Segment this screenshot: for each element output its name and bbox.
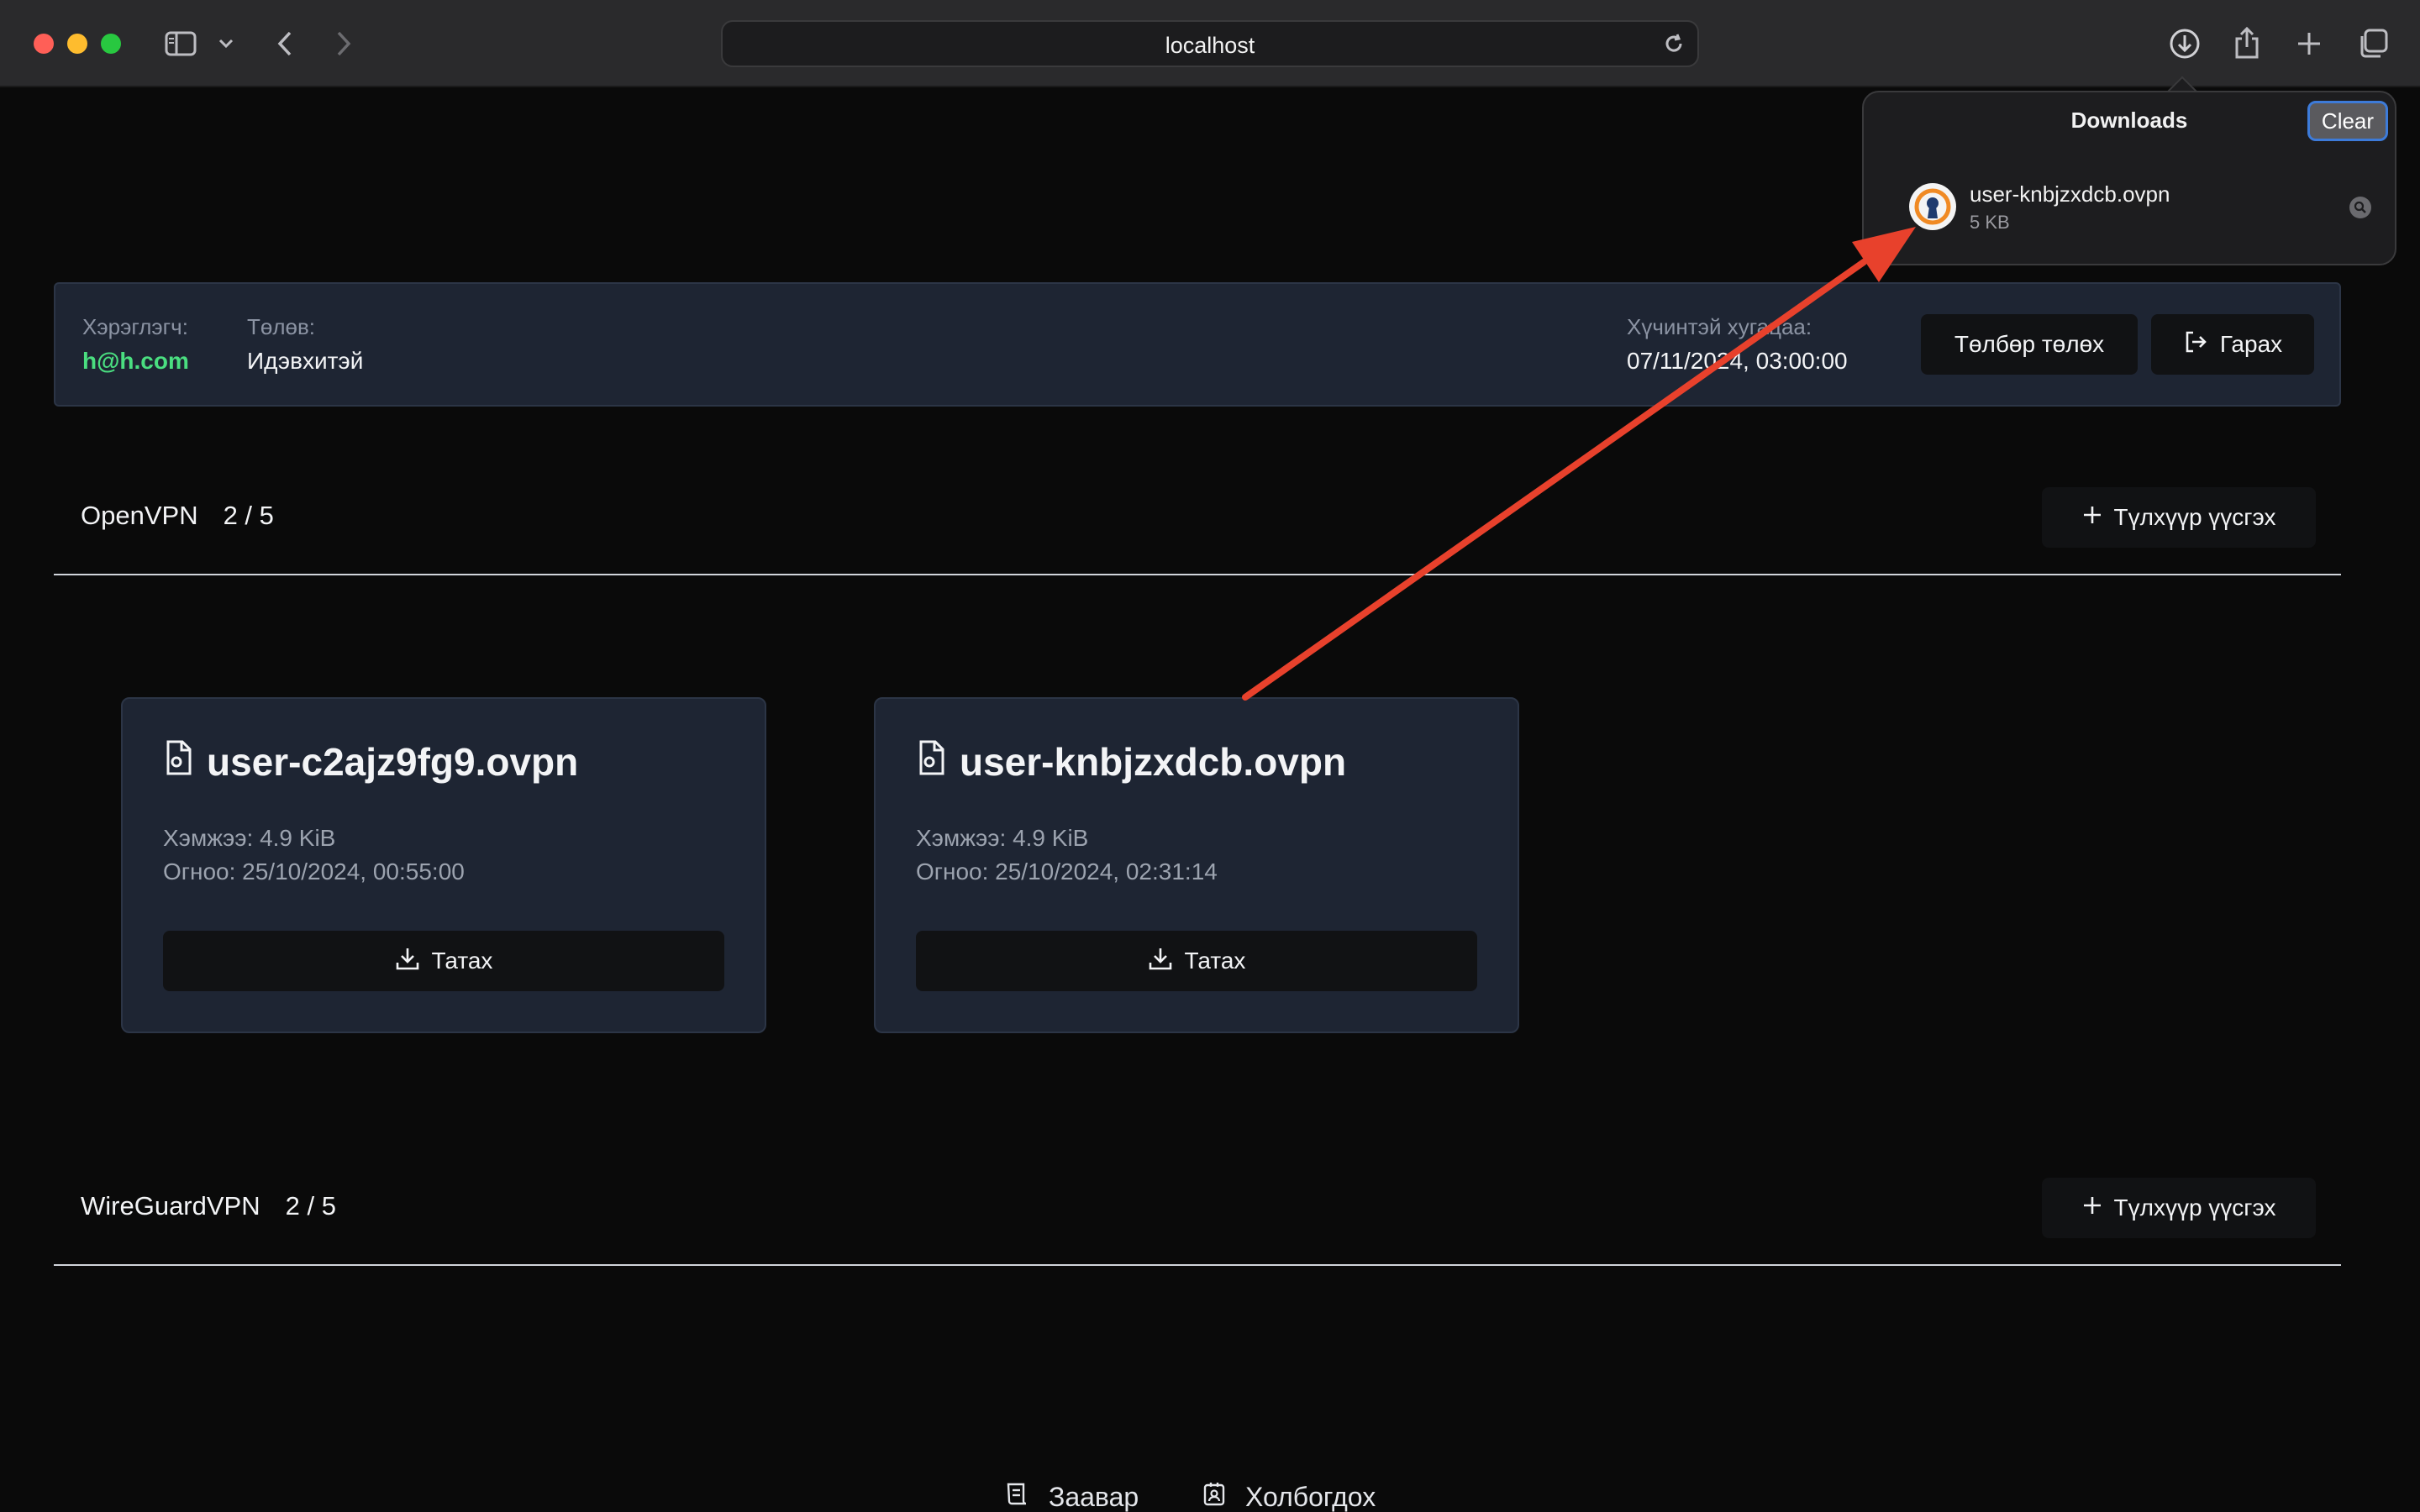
download-label: Татах [1184, 948, 1246, 974]
footer-contact-link[interactable]: Холбогдох [1202, 1480, 1376, 1512]
key-filename: user-c2ajz9fg9.ovpn [207, 740, 579, 784]
download-item-size: 5 KB [1970, 212, 2010, 233]
plus-icon [2082, 504, 2102, 531]
file-config-icon [163, 739, 193, 785]
address-bar[interactable]: localhost [721, 20, 1699, 67]
downloads-popover: Downloads Clear user-knbjzxdcb.ovpn 5 KB [1862, 91, 2396, 265]
sidebar-icon[interactable] [161, 27, 200, 60]
logout-button-label: Гарах [2219, 331, 2283, 357]
pay-button-label: Төлбөр төлөх [1954, 331, 2105, 357]
key-card: user-c2ajz9fg9.ovpn Хэмжээ: 4.9 KiB Огно… [121, 697, 766, 1033]
download-label: Татах [431, 948, 493, 974]
contact-label: Холбогдох [1245, 1481, 1376, 1512]
share-icon[interactable] [2230, 24, 2264, 62]
section-count: 2 / 5 [223, 501, 274, 530]
address-text: localhost [1165, 33, 1255, 58]
add-key-label: Түлхүүр үүсгэх [2113, 504, 2276, 530]
browser-toolbar: localhost [0, 0, 2420, 87]
status-label: Төлөв: [247, 314, 316, 339]
expiry-value: 07/11/2024, 03:00:00 [1627, 348, 1848, 374]
download-item-name[interactable]: user-knbjzxdcb.ovpn [1970, 181, 2170, 207]
chevron-down-icon[interactable] [215, 32, 237, 55]
contact-card-icon [1202, 1481, 1227, 1512]
minimize-window-button[interactable] [67, 34, 87, 54]
key-card: user-knbjzxdcb.ovpn Хэмжээ: 4.9 KiB Огно… [874, 697, 1519, 1033]
download-icon [1148, 946, 1173, 977]
key-card-title: user-c2ajz9fg9.ovpn [163, 739, 578, 785]
key-size: Хэмжээ: 4.9 KiB [916, 825, 1089, 851]
downloads-icon[interactable] [2166, 25, 2203, 62]
section-divider [54, 1264, 2341, 1266]
magnifier-icon[interactable] [2349, 197, 2371, 218]
back-icon[interactable] [271, 27, 299, 60]
fullscreen-window-button[interactable] [101, 34, 121, 54]
user-email: h@h.com [82, 348, 189, 374]
section-count: 2 / 5 [285, 1191, 336, 1221]
new-tab-icon[interactable] [2292, 27, 2326, 60]
close-window-button[interactable] [34, 34, 54, 54]
tab-overview-icon[interactable] [2354, 25, 2391, 62]
status-value: Идэвхитэй [247, 348, 364, 374]
footer-guide-link[interactable]: Заавар [1005, 1480, 1139, 1512]
key-card-title: user-knbjzxdcb.ovpn [916, 739, 1346, 785]
forward-icon[interactable] [329, 27, 358, 60]
clear-downloads-button[interactable]: Clear [2307, 101, 2388, 141]
account-bar: Хэрэглэгч: h@h.com Төлөв: Идэвхитэй Хүчи… [54, 282, 2341, 407]
download-button[interactable]: Татах [163, 931, 724, 991]
logout-button[interactable]: Гарах [2151, 314, 2314, 375]
reload-icon[interactable] [1662, 32, 1686, 60]
expiry-label: Хүчинтэй хугацаа: [1627, 314, 1812, 339]
key-date: Огноо: 25/10/2024, 02:31:14 [916, 858, 1218, 885]
key-date: Огноо: 25/10/2024, 00:55:00 [163, 858, 465, 885]
add-key-label: Түлхүүр үүсгэх [2113, 1194, 2276, 1221]
plus-icon [2082, 1194, 2102, 1221]
openvpn-section-title: OpenVPN 2 / 5 [81, 501, 274, 531]
download-button[interactable]: Татах [916, 931, 1477, 991]
guide-label: Заавар [1049, 1481, 1139, 1512]
user-label: Хэрэглэгч: [82, 314, 188, 339]
section-divider [54, 574, 2341, 575]
wireguard-section-title: WireGuardVPN 2 / 5 [81, 1191, 336, 1221]
scroll-icon [1005, 1481, 1030, 1512]
logout-icon [2183, 329, 2208, 360]
file-config-icon [916, 739, 946, 785]
openvpn-add-key-button[interactable]: Түлхүүр үүсгэх [2042, 487, 2316, 548]
pay-button[interactable]: Төлбөр төлөх [1921, 314, 2138, 375]
section-name: OpenVPN [81, 501, 198, 530]
key-size: Хэмжээ: 4.9 KiB [163, 825, 336, 851]
wireguard-add-key-button[interactable]: Түлхүүр үүсгэх [2042, 1178, 2316, 1238]
key-filename: user-knbjzxdcb.ovpn [960, 740, 1347, 784]
section-name: WireGuardVPN [81, 1191, 260, 1221]
download-icon [395, 946, 420, 977]
openvpn-icon [1909, 183, 1956, 230]
